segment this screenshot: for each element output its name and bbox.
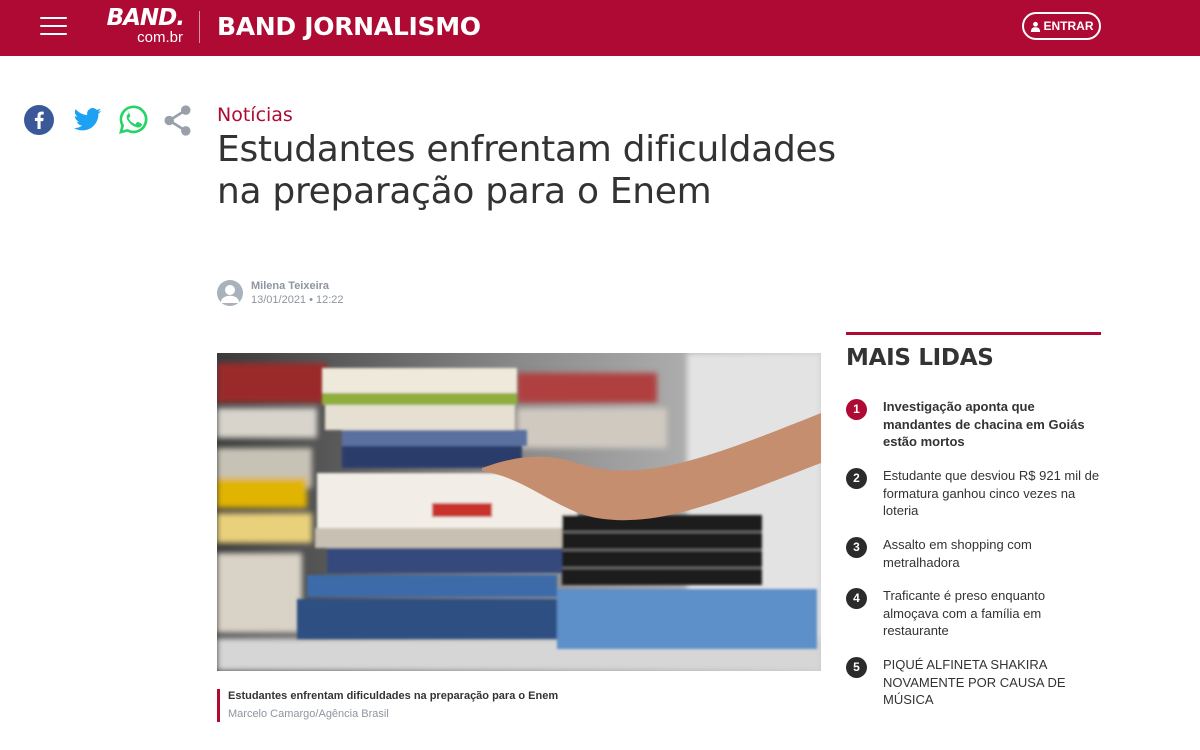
rank-badge: 1 <box>846 399 867 420</box>
article-headline: Estudantes enfrentam dificuldades na pre… <box>217 129 836 212</box>
image-credit: Marcelo Camargo/Agência Brasil <box>228 708 389 720</box>
top-bar: BAND. com.br BAND JORNALISMO ENTRAR <box>0 0 1200 56</box>
author-avatar <box>217 280 243 306</box>
most-read-headline[interactable]: Estudante que desviou R$ 921 mil de form… <box>883 467 1103 520</box>
rank-badge: 2 <box>846 468 867 489</box>
login-label: ENTRAR <box>1043 19 1094 33</box>
image-caption: Estudantes enfrentam dificuldades na pre… <box>228 690 559 702</box>
rank-badge: 4 <box>846 588 867 609</box>
section-title[interactable]: BAND JORNALISMO <box>217 12 481 42</box>
most-read-headline[interactable]: Investigação aponta que mandantes de cha… <box>883 398 1103 451</box>
share-icon[interactable] <box>163 105 192 136</box>
most-read-headline[interactable]: Traficante é preso enquanto almoçava com… <box>883 587 1103 640</box>
login-button[interactable]: ENTRAR <box>1022 12 1101 40</box>
most-read-accent-line <box>846 332 1101 335</box>
caption-accent-bar <box>217 689 220 722</box>
article-category[interactable]: Notícias <box>217 103 293 127</box>
whatsapp-icon[interactable] <box>119 105 148 134</box>
band-logo[interactable]: BAND. com.br <box>86 5 185 48</box>
header-divider <box>199 11 200 43</box>
twitter-icon[interactable] <box>72 105 103 135</box>
rank-badge: 5 <box>846 657 867 678</box>
article-image <box>217 353 821 671</box>
rank-badge: 3 <box>846 537 867 558</box>
publish-date: 13/01/2021 • 12:22 <box>251 294 344 306</box>
most-read-headline[interactable]: PIQUÉ ALFINETA SHAKIRA NOVAMENTE POR CAU… <box>883 656 1103 709</box>
most-read-title: MAIS LIDAS <box>846 345 994 371</box>
most-read-headline[interactable]: Assalto em shopping com metralhadora <box>883 536 1103 571</box>
facebook-icon[interactable] <box>24 105 54 135</box>
user-icon <box>1030 21 1040 32</box>
logo-sub-text: com.br <box>137 29 183 46</box>
logo-main-text: BAND. <box>106 5 185 31</box>
author-name[interactable]: Milena Teixeira <box>251 280 329 292</box>
menu-icon[interactable] <box>40 15 67 37</box>
